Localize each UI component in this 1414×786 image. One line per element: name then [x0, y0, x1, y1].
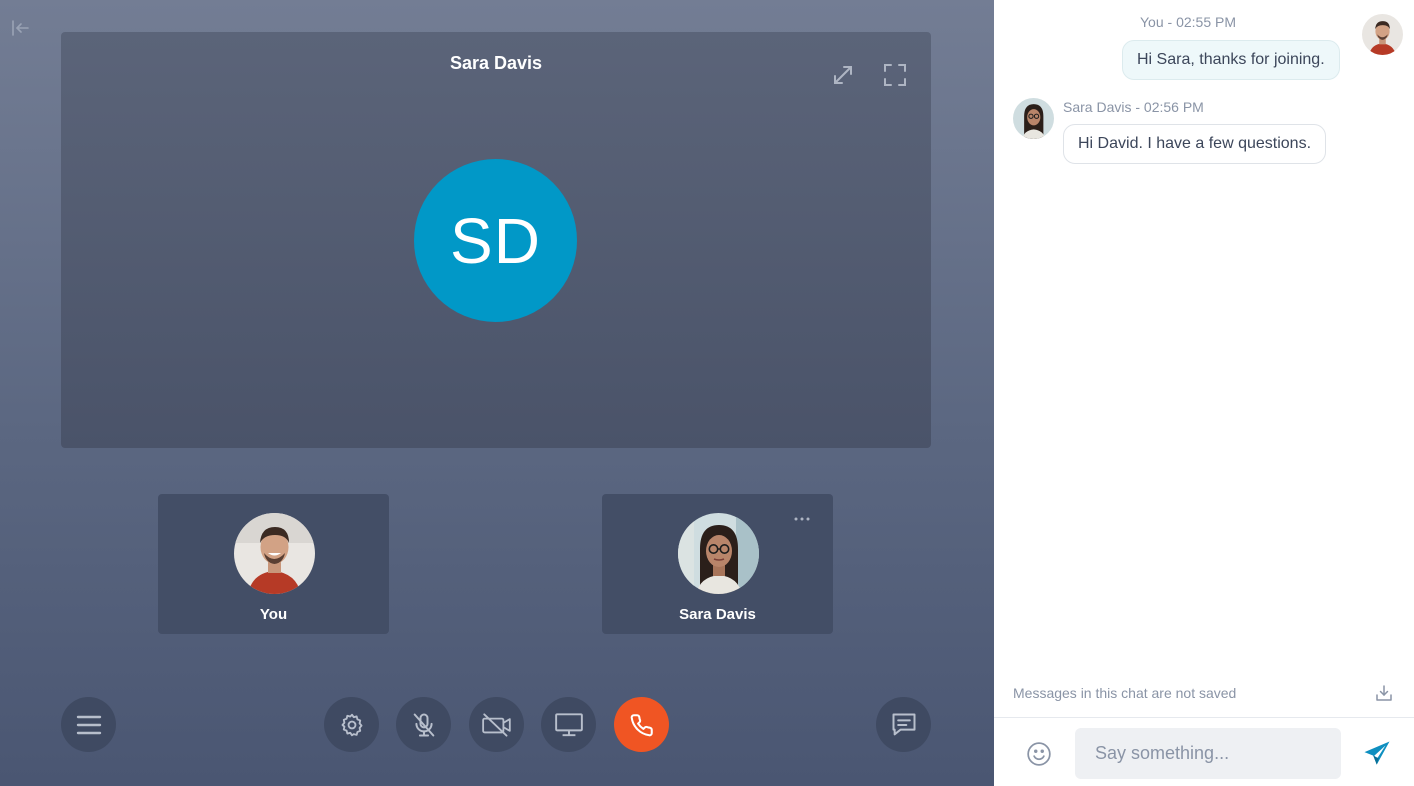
chat-panel: You - 02:55 PM Hi Sara, thanks for joini… [994, 0, 1414, 786]
hang-up-button[interactable] [614, 697, 669, 752]
message-composer [994, 717, 1414, 786]
settings-button[interactable] [324, 697, 379, 752]
message-meta: Sara Davis - 02:56 PM [1063, 99, 1204, 115]
menu-button[interactable] [61, 697, 116, 752]
avatar-you [234, 513, 315, 594]
message-bubble-sent: Hi Sara, thanks for joining. [1122, 40, 1340, 80]
main-video-tile[interactable]: Sara Davis SD [61, 32, 931, 448]
participant-label: You [259, 606, 288, 623]
more-options-icon [794, 517, 810, 521]
emoji-button[interactable] [1025, 740, 1053, 768]
avatar-you-chat [1362, 14, 1403, 55]
collapse-panel-button[interactable] [8, 16, 32, 40]
settings-icon [341, 713, 362, 736]
participant-more-button[interactable] [791, 512, 813, 526]
expand-icon [834, 66, 852, 84]
message-input[interactable] [1075, 728, 1341, 779]
participant-tile-sara[interactable]: Sara Davis [602, 494, 833, 634]
avatar-sara-chat [1013, 98, 1054, 139]
fullscreen-icon [884, 64, 906, 86]
video-call-area: Sara Davis SD You Sara Davis [0, 0, 994, 786]
mic-off-icon [413, 713, 434, 736]
download-icon [1376, 685, 1392, 701]
participant-initials-avatar: SD [414, 159, 577, 322]
send-button[interactable] [1361, 738, 1393, 770]
camera-off-icon [481, 712, 511, 737]
main-participant-name: Sara Davis [449, 53, 543, 73]
participant-tile-you[interactable]: You [158, 494, 389, 634]
screen-share-icon [554, 712, 583, 736]
mute-mic-button[interactable] [396, 697, 451, 752]
emoji-icon [1027, 742, 1051, 766]
screen-share-button[interactable] [541, 697, 596, 752]
download-chat-button[interactable] [1374, 683, 1394, 703]
fullscreen-button[interactable] [882, 62, 908, 88]
message-bubble-received: Hi David. I have a few questions. [1063, 124, 1327, 164]
collapse-left-icon [12, 20, 29, 36]
chat-not-saved-notice: Messages in this chat are not saved [1013, 685, 1237, 701]
avatar-sara [678, 513, 759, 594]
participant-label: Sara Davis [679, 606, 756, 623]
chat-icon [892, 713, 915, 735]
hang-up-icon [630, 713, 653, 736]
camera-toggle-button[interactable] [469, 697, 524, 752]
send-icon [1364, 741, 1390, 765]
message-meta: You - 02:55 PM [1140, 14, 1236, 30]
chat-toggle-button[interactable] [876, 697, 931, 752]
menu-icon [76, 715, 101, 734]
expand-button[interactable] [830, 62, 856, 88]
